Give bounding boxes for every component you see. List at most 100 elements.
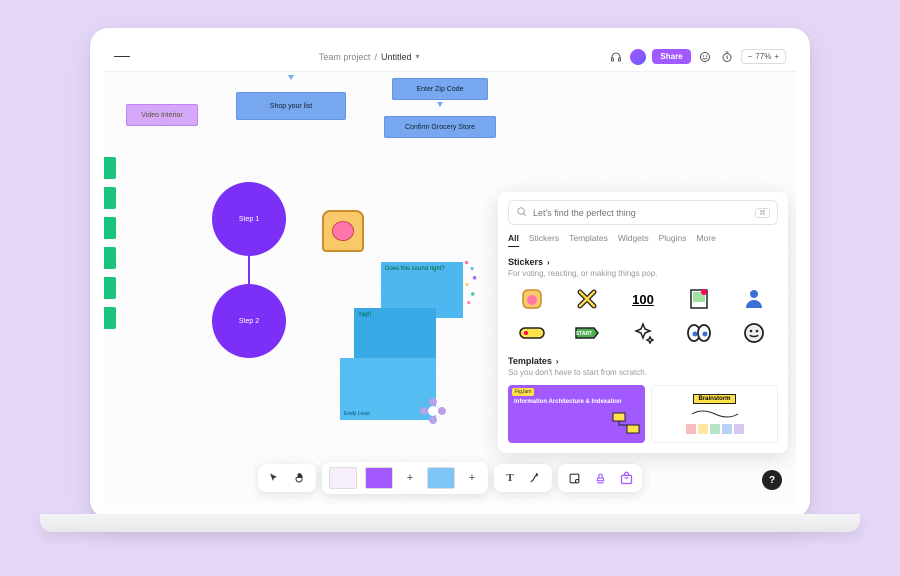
- sticky-text: Does this sound right?: [385, 266, 445, 272]
- template-badge: FigJam: [512, 388, 534, 396]
- node-step-1[interactable]: Step 1: [212, 182, 286, 256]
- confetti-sticker[interactable]: [462, 258, 480, 308]
- templates-heading[interactable]: Templates ›: [508, 356, 778, 366]
- sticker-sparkle-icon[interactable]: [619, 320, 667, 346]
- swatch: [698, 424, 708, 434]
- chevron-right-icon: ›: [547, 258, 550, 267]
- page-thumbnail[interactable]: [329, 467, 357, 489]
- shortcut-icon: ⌘: [755, 208, 770, 218]
- page-tab[interactable]: [104, 217, 116, 239]
- template-row: FigJam Information Architecture & Indexa…: [508, 385, 778, 443]
- sticker-smiley-icon[interactable]: [730, 320, 778, 346]
- top-bar: Team project / Untitled ▾ Share −: [104, 42, 796, 72]
- timer-icon[interactable]: [719, 49, 735, 65]
- tool-group-thumbnails: + +: [322, 462, 488, 494]
- swatch-row: [686, 424, 744, 434]
- zoom-plus-icon[interactable]: +: [774, 52, 779, 61]
- bottom-toolbar: + + T: [258, 462, 642, 494]
- zoom-control[interactable]: − 77% +: [741, 49, 786, 64]
- arrow-down-icon: [288, 75, 294, 80]
- zoom-minus-icon[interactable]: −: [748, 52, 753, 61]
- avatar[interactable]: [630, 49, 646, 65]
- template-card-brainstorm[interactable]: Brainstorm: [651, 385, 778, 443]
- tab-templates[interactable]: Templates: [569, 233, 608, 247]
- arrow-down-icon: [437, 102, 443, 107]
- help-icon: ?: [769, 475, 775, 486]
- headphones-icon[interactable]: [608, 49, 624, 65]
- node-confirm-store[interactable]: Confirm Grocery Store: [384, 116, 496, 138]
- chevron-right-icon: ›: [556, 357, 559, 366]
- panel-tabs: All Stickers Templates Widgets Plugins M…: [508, 233, 778, 247]
- page-tab[interactable]: [104, 307, 116, 329]
- tab-widgets[interactable]: Widgets: [618, 233, 649, 247]
- templates-sub: So you don't have to start from scratch.: [508, 368, 778, 377]
- page-tab[interactable]: [104, 187, 116, 209]
- add-page-icon[interactable]: +: [401, 469, 419, 487]
- text-tool-icon[interactable]: T: [501, 469, 519, 487]
- page-thumbnail[interactable]: [427, 467, 455, 489]
- template-label: Brainstorm: [693, 394, 735, 404]
- menu-icon[interactable]: [114, 49, 130, 65]
- node-video-interior[interactable]: Video Interior: [126, 104, 198, 126]
- app-screen: Team project / Untitled ▾ Share −: [104, 42, 796, 504]
- tab-all[interactable]: All: [508, 233, 519, 247]
- swatch: [722, 424, 732, 434]
- sticker-cross-icon[interactable]: [564, 286, 612, 312]
- sticky-tool-icon[interactable]: [565, 469, 583, 487]
- sticky-text: Yay!!: [358, 312, 371, 318]
- page-tab[interactable]: [104, 247, 116, 269]
- node-enter-zip[interactable]: Enter Zip Code: [392, 78, 488, 100]
- tab-stickers[interactable]: Stickers: [529, 233, 559, 247]
- sticker-person-icon[interactable]: [730, 286, 778, 312]
- flower-sticker[interactable]: [420, 398, 446, 424]
- node-step-2[interactable]: Step 2: [212, 284, 286, 358]
- reactions-icon[interactable]: [697, 49, 713, 65]
- swatch: [710, 424, 720, 434]
- svg-text:START: START: [576, 331, 592, 337]
- breadcrumb-sep: /: [374, 52, 377, 62]
- laptop-frame: Team project / Untitled ▾ Share −: [90, 28, 810, 518]
- more-tools-icon[interactable]: [617, 469, 635, 487]
- breadcrumb[interactable]: Team project / Untitled ▾: [319, 52, 420, 62]
- sticker-start-icon[interactable]: START: [564, 320, 612, 346]
- hand-tool-icon[interactable]: [291, 469, 309, 487]
- page-thumbnail[interactable]: [365, 467, 393, 489]
- search-input[interactable]: [533, 208, 749, 218]
- connector-tool-icon[interactable]: [527, 469, 545, 487]
- swatch: [734, 424, 744, 434]
- sticker-toast-icon[interactable]: [508, 286, 556, 312]
- breadcrumb-title[interactable]: Untitled: [381, 52, 412, 62]
- search-icon: [516, 206, 527, 219]
- assets-panel: ⌘ All Stickers Templates Widgets Plugins…: [498, 192, 788, 453]
- connector: [248, 256, 250, 284]
- tool-group-extras: [558, 464, 642, 492]
- share-button[interactable]: Share: [652, 49, 690, 64]
- tab-more[interactable]: More: [696, 233, 715, 247]
- template-title: Information Architecture & Indexation: [514, 399, 639, 406]
- breadcrumb-project: Team project: [319, 52, 371, 62]
- help-button[interactable]: ?: [762, 470, 782, 490]
- page-tab[interactable]: [104, 157, 116, 179]
- canvas[interactable]: Video Interior Shop your list Enter Zip …: [104, 72, 796, 504]
- chevron-down-icon[interactable]: ▾: [415, 52, 419, 61]
- pointer-tool-icon[interactable]: [265, 469, 283, 487]
- sticker-polaroid-icon[interactable]: [675, 286, 723, 312]
- sticky-author: Emily Louie: [344, 411, 370, 417]
- tab-plugins[interactable]: Plugins: [659, 233, 687, 247]
- swatch: [686, 424, 696, 434]
- sticker-100-icon[interactable]: 100: [619, 286, 667, 312]
- stamp-tool-icon[interactable]: [591, 469, 609, 487]
- search-field[interactable]: ⌘: [508, 200, 778, 225]
- laptop-base: [40, 514, 860, 532]
- stickers-sub: For voting, reacting, or making things p…: [508, 269, 778, 278]
- sticker-grid: 100 START: [508, 286, 778, 346]
- sticker-eyes-icon[interactable]: [675, 320, 723, 346]
- template-card-ia[interactable]: FigJam Information Architecture & Indexa…: [508, 385, 645, 443]
- node-shop-list[interactable]: Shop your list: [236, 92, 346, 120]
- page-tab[interactable]: [104, 277, 116, 299]
- add-page-icon[interactable]: +: [463, 469, 481, 487]
- toast-cat-sticker[interactable]: [322, 210, 364, 252]
- sticker-pill-icon[interactable]: [508, 320, 556, 346]
- stickers-heading[interactable]: Stickers ›: [508, 257, 778, 267]
- zoom-value: 77%: [755, 52, 771, 61]
